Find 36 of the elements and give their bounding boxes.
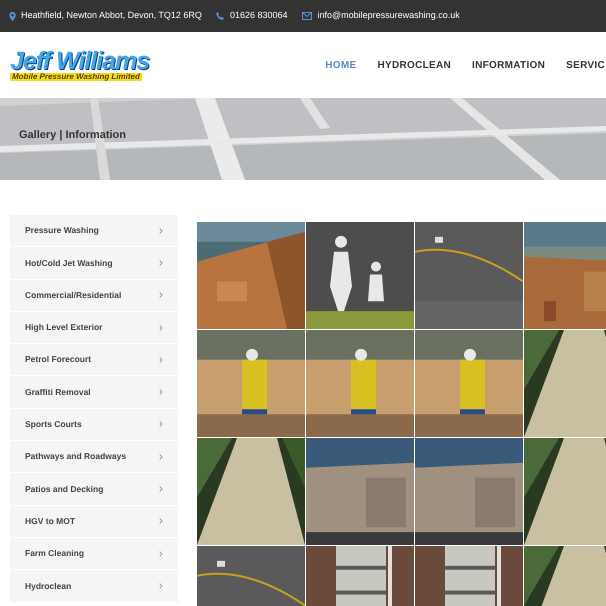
chevron-right-icon (159, 550, 163, 557)
chevron-right-icon (159, 228, 163, 234)
sidebar-item[interactable]: Pathways and Roadways (10, 441, 178, 472)
phone-icon (216, 12, 224, 20)
sidebar-item[interactable]: HGV to MOT (10, 506, 178, 537)
sidebar-item[interactable]: High Level Exterior (10, 312, 178, 344)
chevron-right-icon (159, 260, 163, 266)
sidebar-item[interactable]: Farm Cleaning (10, 538, 178, 570)
sidebar-item[interactable]: Sports Courts (10, 408, 178, 440)
email-link[interactable]: info@mobilepressurewashing.co.uk (318, 9, 460, 23)
address-text: Heathfield, Newton Abbot, Devon, TQ12 6RQ (21, 9, 202, 22)
sidebar-item[interactable]: Graffiti Removal (10, 376, 178, 408)
chevron-right-icon (159, 389, 163, 396)
chevron-right-icon (159, 518, 163, 524)
company-logo[interactable]: Jeff Williams Mobile Pressure Washing Limited (10, 49, 150, 81)
location-pin-icon (9, 12, 16, 20)
sidebar-item[interactable]: Hot/Cold Jet Washing (10, 247, 178, 279)
nav-link[interactable]: HOME (325, 58, 356, 72)
nav-link[interactable]: SERVIC (566, 58, 605, 72)
chevron-right-icon (159, 582, 163, 589)
chevron-right-icon (159, 454, 163, 460)
phone-number: 01626 830064 (230, 9, 288, 22)
sidebar-item[interactable]: Petrol Forecourt (10, 344, 178, 376)
nav-link[interactable]: HYDROCLEAN (377, 58, 452, 72)
chevron-right-icon (159, 292, 163, 298)
chevron-right-icon (159, 324, 163, 331)
sidebar-item[interactable]: Commercial/Residential (10, 280, 178, 311)
page-title: Gallery | Information (19, 128, 126, 143)
chevron-right-icon (159, 356, 163, 363)
nav-link[interactable]: INFORMATION (472, 58, 546, 72)
chevron-right-icon (159, 421, 163, 428)
mail-icon (302, 12, 312, 20)
sidebar-item[interactable]: Pressure Washing (10, 215, 178, 246)
sidebar-item[interactable]: Hydroclean (10, 570, 178, 602)
chevron-right-icon (159, 486, 163, 492)
sidebar-item[interactable]: Patios and Decking (10, 473, 178, 505)
